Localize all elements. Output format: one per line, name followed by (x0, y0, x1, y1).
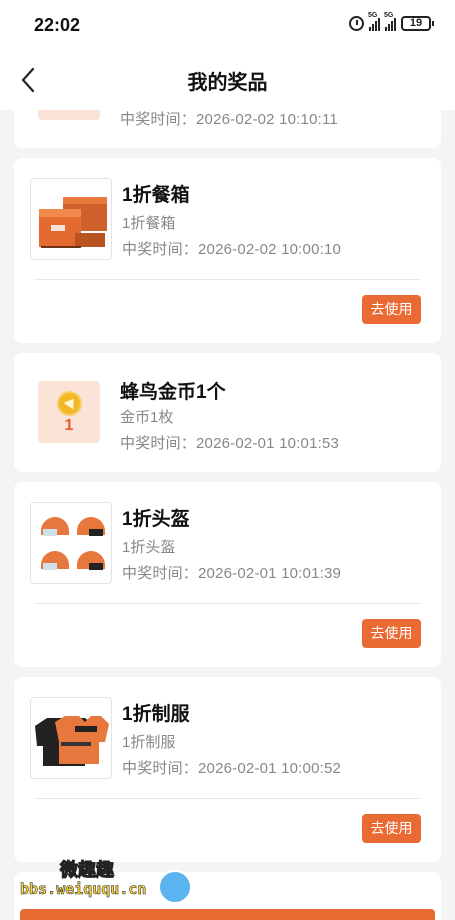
prize-desc: 1折制服 (122, 734, 176, 751)
prize-time: 中奖时间：2026-02-01 10:00:52 (122, 760, 342, 777)
prize-list[interactable]: 中奖时间：2026-02-02 10:10:11 1折餐箱 1折餐箱 中奖时间：… (0, 110, 455, 920)
prize-card: 1 蜂鸟金币1个 金币1枚 中奖时间：2026-02-01 10:01:53 (14, 353, 441, 472)
signal-icon: 5G (368, 12, 380, 31)
divider (34, 279, 421, 280)
bottom-action-bar[interactable] (20, 909, 435, 920)
prize-thumbnail (30, 178, 112, 260)
use-button[interactable]: 去使用 (362, 619, 421, 648)
prize-desc: 1折餐箱 (122, 215, 176, 232)
divider (34, 798, 421, 799)
nav-bar: 我的奖品 (0, 50, 455, 110)
coin-count: 1 (64, 417, 74, 434)
status-icons: 5G 5G 19 (349, 12, 434, 31)
prize-time: 中奖时间：2026-02-01 10:01:39 (122, 565, 342, 582)
signal-label: 5G (368, 11, 378, 19)
status-bar: 22:02 5G 5G 19 (0, 0, 455, 50)
prize-thumbnail: 1 (38, 381, 100, 443)
prize-name: 1折餐箱 (122, 185, 190, 206)
prize-card: 1折头盔 1折头盔 中奖时间：2026-02-01 10:01:39 去使用 (14, 482, 441, 667)
prize-thumbnail (30, 502, 112, 584)
status-time: 22:02 (34, 15, 81, 35)
watermark: 微趣趣 bbs.weiququ.cn (20, 852, 200, 910)
prize-card: 1折制服 1折制服 中奖时间：2026-02-01 10:00:52 去使用 (14, 677, 441, 862)
prize-time: 中奖时间：2026-02-02 10:00:10 (122, 241, 342, 258)
watermark-text: 微趣趣 (60, 860, 115, 881)
prize-time: 中奖时间：2026-02-01 10:01:53 (120, 435, 340, 452)
helmet-image (41, 517, 105, 570)
signal-icon: 5G (384, 12, 396, 31)
prize-thumbnail (38, 110, 100, 120)
prize-card: 中奖时间：2026-02-02 10:10:11 (14, 110, 441, 148)
page-title: 我的奖品 (187, 72, 268, 94)
prize-time: 中奖时间：2026-02-02 10:10:11 (120, 111, 338, 128)
use-button[interactable]: 去使用 (362, 814, 421, 843)
prize-desc: 1折头盔 (122, 539, 176, 556)
prize-thumbnail (30, 697, 112, 779)
prize-name: 蜂鸟金币1个 (120, 382, 226, 403)
battery-icon: 19 (401, 16, 434, 31)
watermark-url: bbs.weiququ.cn (20, 880, 147, 899)
gold-coin-icon (57, 391, 82, 416)
signal-label: 5G (384, 11, 394, 19)
prize-name: 1折制服 (122, 704, 190, 725)
prize-desc: 金币1枚 (120, 409, 174, 426)
divider (34, 603, 421, 604)
alarm-icon (349, 16, 364, 31)
watermark-mascot-icon (158, 870, 192, 904)
uniform-image (35, 716, 109, 766)
delivery-box-image (39, 197, 107, 248)
use-button[interactable]: 去使用 (362, 295, 421, 324)
prize-name: 1折头盔 (122, 509, 190, 530)
prize-card: 1折餐箱 1折餐箱 中奖时间：2026-02-02 10:00:10 去使用 (14, 158, 441, 343)
